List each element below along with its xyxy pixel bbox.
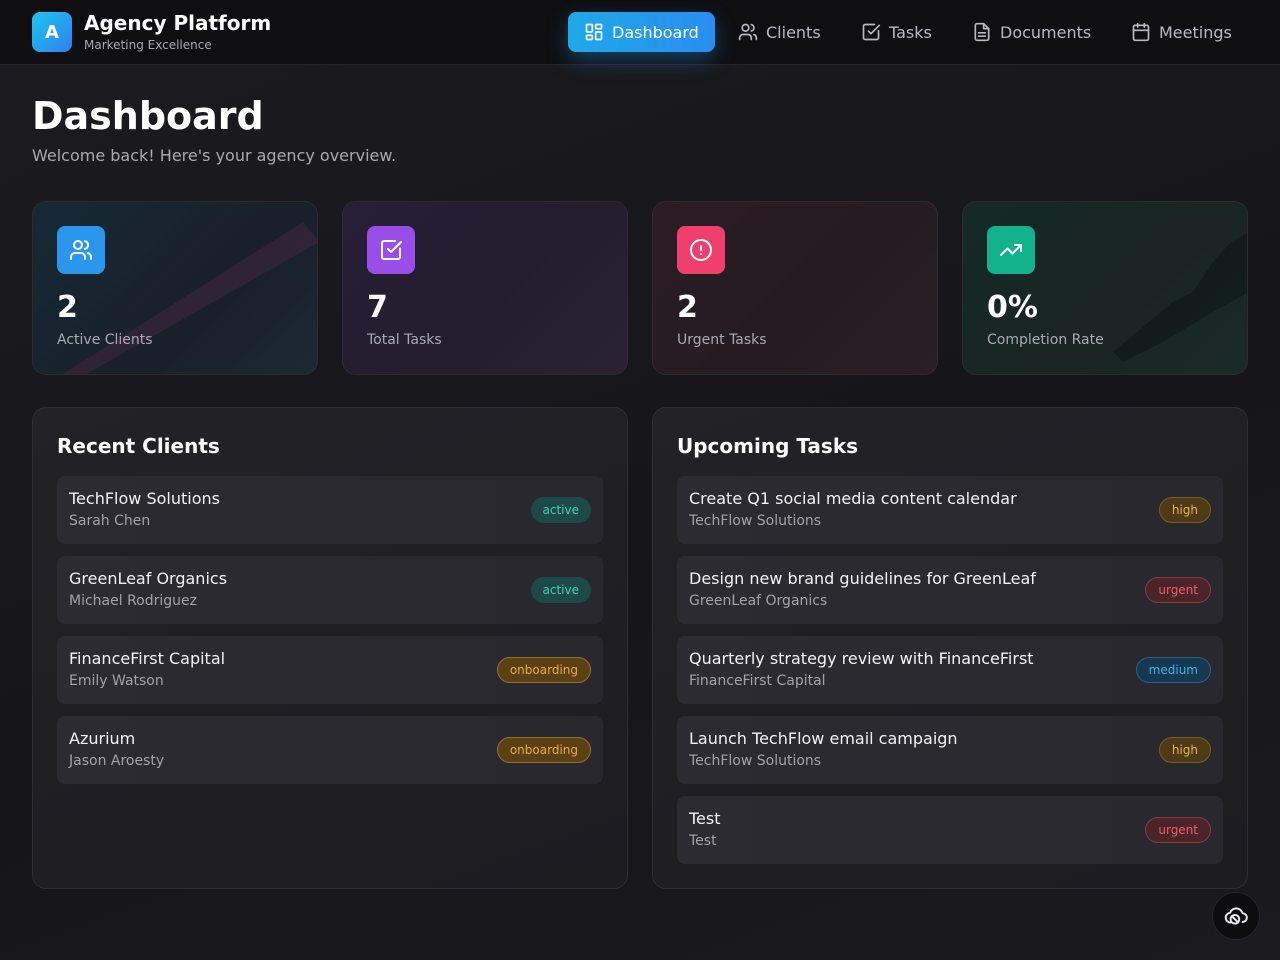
nav-item-clients[interactable]: Clients [738, 12, 821, 52]
client-name: FinanceFirst Capital [69, 649, 226, 668]
stat-label: Urgent Tasks [677, 332, 767, 348]
priority-badge: urgent [1145, 817, 1211, 843]
stat-value: 2 [57, 290, 78, 325]
task-row[interactable]: Launch TechFlow email campaign TechFlow … [677, 716, 1223, 784]
client-name: Azurium [69, 729, 136, 748]
nav-item-documents[interactable]: Documents [972, 12, 1091, 52]
checkbox-icon [862, 23, 881, 41]
priority-badge: high [1158, 497, 1211, 523]
checkbox-icon [381, 240, 402, 260]
task-client: FinanceFirst Capital [689, 673, 826, 689]
client-name: TechFlow Solutions [69, 489, 220, 508]
panel-title: Recent Clients [57, 434, 220, 458]
status-badge: active [530, 497, 591, 523]
nav-item-dashboard[interactable]: Dashboard [568, 12, 715, 52]
nav-label: Documents [1000, 22, 1092, 42]
stat-label: Total Tasks [367, 332, 442, 348]
cloud-off-icon [1224, 907, 1248, 925]
nav-item-tasks[interactable]: Tasks [861, 12, 932, 52]
client-name: GreenLeaf Organics [69, 569, 228, 588]
client-contact: Jason Aroesty [69, 753, 165, 769]
users-icon [738, 23, 758, 41]
stat-card-active-clients: 2 Active Clients [32, 201, 318, 375]
priority-badge: medium [1135, 657, 1211, 683]
stat-icon-box [987, 226, 1035, 274]
task-title: Quarterly strategy review with FinanceFi… [689, 649, 1034, 668]
priority-badge: urgent [1145, 577, 1211, 603]
app-subtitle: Marketing Excellence [84, 38, 212, 52]
layout-grid-icon [585, 23, 603, 41]
task-row[interactable]: Quarterly strategy review with FinanceFi… [677, 636, 1223, 704]
task-client: Test [689, 833, 717, 849]
status-badge: active [530, 577, 591, 603]
stat-card-urgent-tasks: 2 Urgent Tasks [652, 201, 938, 375]
panel-title: Upcoming Tasks [677, 434, 859, 458]
stat-value: 7 [367, 290, 388, 325]
status-badge: onboarding [496, 657, 591, 683]
stat-card-total-tasks: 7 Total Tasks [342, 201, 628, 375]
nav-label: Meetings [1159, 22, 1232, 42]
client-row[interactable]: TechFlow Solutions Sarah Chen active [57, 476, 603, 544]
nav-label: Clients [766, 22, 821, 42]
client-contact: Emily Watson [69, 673, 164, 689]
status-badge: onboarding [496, 737, 591, 763]
page-title: Dashboard [32, 94, 264, 138]
task-title: Design new brand guidelines for GreenLea… [689, 569, 1036, 588]
task-client: GreenLeaf Organics [689, 593, 828, 609]
file-text-icon [974, 22, 990, 42]
stat-label: Active Clients [57, 332, 153, 348]
stat-card-completion-rate: 0% Completion Rate [962, 201, 1248, 375]
nav-label: Tasks [889, 22, 932, 42]
stat-icon-box [57, 226, 105, 274]
upcoming-tasks-panel: Upcoming Tasks Create Q1 social media co… [652, 407, 1248, 889]
logo-letter: A [45, 21, 59, 43]
stat-icon-box [367, 226, 415, 274]
stat-icon-box [677, 226, 725, 274]
client-contact: Michael Rodriguez [69, 593, 197, 609]
nav-item-meetings[interactable]: Meetings [1131, 12, 1232, 52]
client-row[interactable]: GreenLeaf Organics Michael Rodriguez act… [57, 556, 603, 624]
task-row[interactable]: Design new brand guidelines for GreenLea… [677, 556, 1223, 624]
app-title: Agency Platform [84, 11, 272, 35]
task-row[interactable]: Create Q1 social media content calendar … [677, 476, 1223, 544]
task-client: TechFlow Solutions [689, 753, 822, 769]
stat-label: Completion Rate [987, 332, 1104, 348]
top-navbar: A Agency Platform Marketing Excellence D… [0, 0, 1280, 65]
task-row[interactable]: Test Test urgent [677, 796, 1223, 864]
floating-cloud-button[interactable] [1212, 892, 1260, 940]
stat-value: 0% [987, 290, 1038, 325]
stat-value: 2 [677, 290, 698, 325]
recent-clients-panel: Recent Clients TechFlow Solutions Sarah … [32, 407, 628, 889]
trending-up-icon [1000, 244, 1022, 256]
task-title: Launch TechFlow email campaign [689, 729, 958, 748]
alert-circle-icon [690, 239, 712, 261]
nav-label: Dashboard [612, 22, 699, 42]
client-contact: Sarah Chen [69, 513, 151, 529]
task-client: TechFlow Solutions [689, 513, 822, 529]
users-icon [70, 240, 93, 260]
client-row[interactable]: Azurium Jason Aroesty onboarding [57, 716, 603, 784]
calendar-icon [1132, 22, 1150, 42]
task-title: Test [689, 809, 721, 828]
page-subtitle: Welcome back! Here's your agency overvie… [32, 146, 397, 165]
priority-badge: high [1158, 737, 1211, 763]
client-row[interactable]: FinanceFirst Capital Emily Watson onboar… [57, 636, 603, 704]
app-logo[interactable]: A [32, 12, 72, 52]
task-title: Create Q1 social media content calendar [689, 489, 1017, 508]
